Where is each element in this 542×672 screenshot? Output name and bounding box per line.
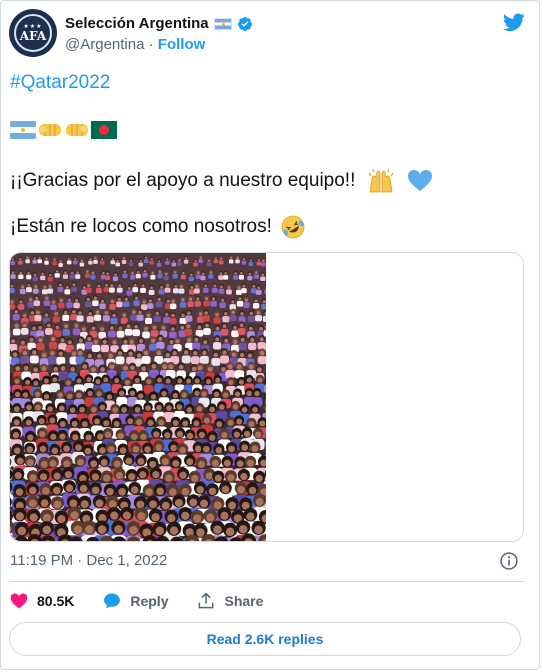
crowd-photo[interactable] [10,253,266,541]
twitter-bird-icon[interactable] [501,11,527,33]
avatar-text: AFA [19,28,47,43]
rolling-laughing-icon [281,215,305,239]
like-count: 80.5K [37,593,75,609]
fist-emoji-icon [39,124,61,136]
follow-button[interactable]: Follow [158,36,206,53]
hashtag-link[interactable]: #Qatar2022 [10,72,110,94]
media-container[interactable] [9,252,524,542]
share-label: Share [224,593,264,609]
handle[interactable]: @Argentina [65,36,144,53]
name-row: Selección Argentina [65,15,253,32]
tweet-header: ★★★ AFA Selección Argentina @Argentina ·… [9,9,531,61]
reply-bubble-icon [104,593,121,609]
handle-row: @Argentina · Follow [65,36,205,53]
emoji-line [10,121,117,139]
avatar[interactable]: ★★★ AFA [9,9,57,57]
timestamp[interactable]: 11:19 PM · Dec 1, 2022 [10,552,167,569]
raising-hands-icon [368,168,394,193]
afa-logo: ★★★ AFA [14,14,52,52]
tweet-text-2: ¡Están re locos como nosotros! [10,216,272,237]
argentina-flag-icon [213,17,232,30]
divider [9,581,525,582]
tweet-text-1: ¡¡Gracias por el apoyo a nuestro equipo!… [10,170,356,191]
fist-emoji-icon [66,124,88,136]
verified-badge-icon [237,16,252,31]
reply-label: Reply [130,593,169,609]
display-name[interactable]: Selección Argentina [65,15,209,32]
crowd-photo-image [10,253,266,541]
reply-button[interactable]: Reply [102,591,168,611]
like-button[interactable]: 80.5K [9,591,74,611]
read-replies-button[interactable]: Read 2.6K replies [9,622,521,656]
info-icon[interactable] [499,551,519,571]
tweet-line-1: ¡¡Gracias por el apoyo a nuestro equipo!… [10,168,433,194]
share-icon [199,592,214,609]
argentina-flag-emoji-icon [10,121,36,139]
separator: · [148,36,154,53]
tweet-card: ★★★ AFA Selección Argentina @Argentina ·… [0,0,540,670]
tweet-line-2: ¡Están re locos como nosotros! [10,214,306,240]
heart-icon [10,593,28,609]
bangladesh-flag-emoji-icon [91,121,117,139]
share-button[interactable]: Share [196,591,263,611]
blue-heart-icon [408,170,433,191]
action-bar: 80.5K Reply Share [9,591,291,611]
